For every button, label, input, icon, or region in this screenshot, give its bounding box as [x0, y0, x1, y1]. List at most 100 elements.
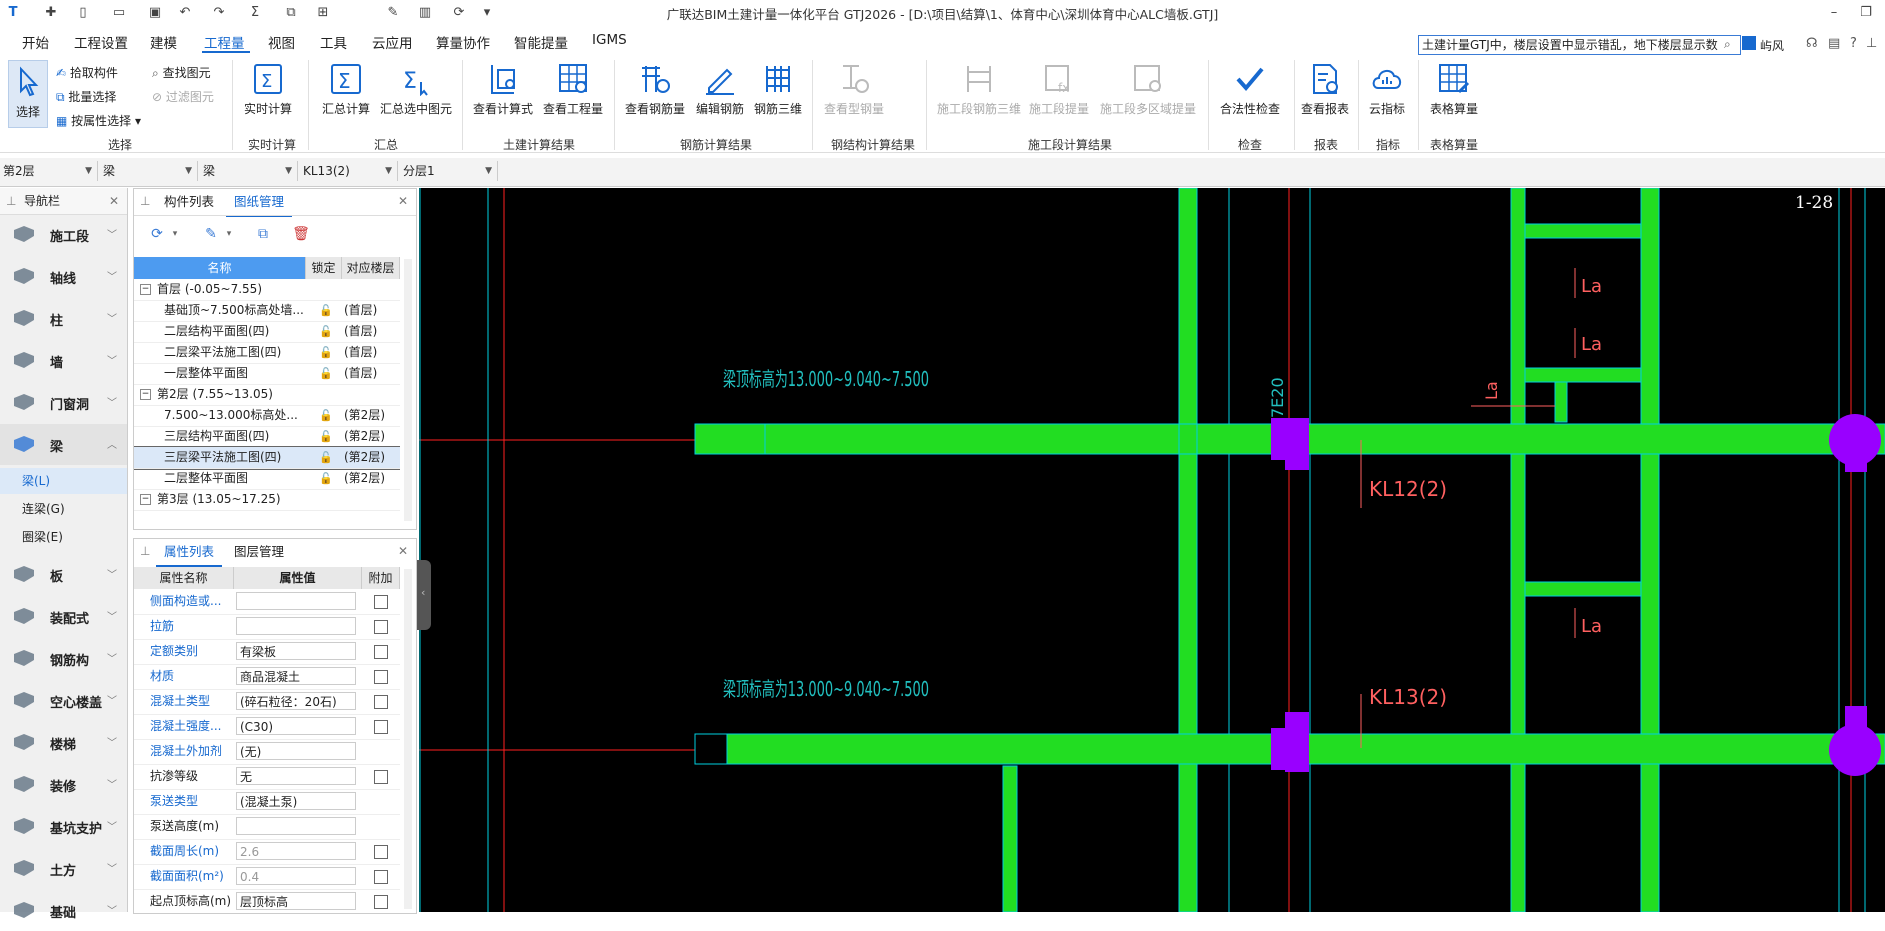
- nav-item-beam[interactable]: 梁 ︿: [0, 424, 127, 465]
- nav-item-axis[interactable]: 轴线 ﹀: [0, 256, 127, 297]
- property-value-input[interactable]: 无: [236, 767, 356, 785]
- property-value-input[interactable]: [236, 817, 356, 835]
- tab-layer-management[interactable]: 图层管理: [226, 539, 292, 565]
- tree-item[interactable]: 一层整体平面图 🔓 (首层): [134, 363, 400, 385]
- column-lock[interactable]: 锁定: [306, 257, 342, 279]
- realtime-calc-button[interactable]: Σ 实时计算: [240, 62, 296, 117]
- menu-cloud[interactable]: 云应用: [372, 32, 413, 52]
- pin-icon[interactable]: ⊥: [6, 188, 16, 214]
- nav-item-wall[interactable]: 墙 ﹀: [0, 340, 127, 381]
- nav-item-slab[interactable]: 板 ﹀: [0, 554, 127, 595]
- column[interactable]: [1285, 712, 1309, 772]
- tree-group[interactable]: − 第2层 (7.55~13.05): [134, 384, 400, 406]
- nav-item-prefab[interactable]: 装配式 ﹀: [0, 596, 127, 637]
- unlock-icon[interactable]: 🔓: [316, 426, 336, 447]
- beam-vertical[interactable]: [1640, 187, 1660, 913]
- nav-subitem[interactable]: 连梁(G): [0, 496, 127, 522]
- scrollbar[interactable]: [404, 259, 412, 521]
- property-value-input[interactable]: (无): [236, 742, 356, 760]
- sum-selected-button[interactable]: Σ 汇总选中图元: [378, 62, 454, 117]
- tree-item[interactable]: 三层梁平法施工图(四) 🔓 (第2层): [134, 446, 400, 470]
- rebar-3d-button[interactable]: 钢筋三维: [750, 62, 806, 117]
- select-by-attr-button[interactable]: ▦ 按属性选择 ▾: [56, 112, 141, 129]
- edit-icon[interactable]: ✎: [384, 4, 402, 22]
- tree-item[interactable]: 7.500~13.000标高处... 🔓 (第2层): [134, 405, 400, 427]
- beam-horizontal[interactable]: [1524, 367, 1642, 383]
- more-icon[interactable]: ▾: [478, 4, 496, 22]
- beam-vertical[interactable]: [1510, 187, 1526, 913]
- column-floor[interactable]: 对应楼层: [342, 257, 400, 279]
- tab-component-list[interactable]: 构件列表: [156, 189, 222, 215]
- drawing-canvas[interactable]: 1-28 梁顶标高为13.000~9.040~7.500 梁顶标高为13.000…: [419, 187, 1885, 913]
- refresh-icon[interactable]: ⟳: [450, 4, 468, 22]
- property-value-input[interactable]: (C30): [236, 717, 356, 735]
- menu-smart[interactable]: 智能提量: [514, 32, 568, 52]
- extra-checkbox[interactable]: [374, 770, 388, 784]
- column[interactable]: [1285, 418, 1309, 470]
- search-icon[interactable]: ⌕: [1724, 37, 1731, 52]
- sublayer-select[interactable]: 分层1 ▼: [400, 161, 498, 181]
- nav-subitem[interactable]: 圈梁(E): [0, 524, 127, 550]
- tree-item[interactable]: 二层整体平面图 🔓 (第2层): [134, 468, 400, 490]
- scrollbar[interactable]: [404, 569, 412, 909]
- category-select[interactable]: 梁 ▼: [100, 161, 198, 181]
- sum-icon[interactable]: Σ: [246, 4, 264, 22]
- delete-icon[interactable]: 🗑: [290, 223, 312, 245]
- panel-splitter[interactable]: ‹: [417, 560, 431, 630]
- extra-checkbox[interactable]: [374, 645, 388, 659]
- round-column[interactable]: [1845, 418, 1867, 472]
- unlock-icon[interactable]: 🔓: [316, 300, 336, 321]
- beam-stub[interactable]: [1554, 381, 1568, 423]
- nav-item-decor[interactable]: 装修 ﹀: [0, 764, 127, 805]
- unlock-icon[interactable]: 🔓: [316, 468, 336, 489]
- open-icon[interactable]: ▭: [110, 4, 128, 22]
- chevron-down-icon[interactable]: ▾: [218, 223, 240, 245]
- tab-property-list[interactable]: 属性列表: [156, 539, 223, 567]
- property-value-input[interactable]: [236, 592, 356, 610]
- minimize-icon[interactable]: –: [1820, 2, 1848, 24]
- nav-item-steel[interactable]: 钢筋构 ﹀: [0, 638, 127, 679]
- type-select[interactable]: 梁 ▼: [200, 161, 298, 181]
- cloud-index-button[interactable]: 云指标: [1362, 62, 1412, 117]
- chevron-down-icon[interactable]: ▾: [164, 223, 186, 245]
- unlock-icon[interactable]: 🔓: [316, 447, 336, 468]
- menu-igms[interactable]: IGMS: [592, 32, 627, 48]
- tree-item[interactable]: 基础顶~7.500标高处墙... 🔓 (首层): [134, 300, 400, 322]
- table-calc-button[interactable]: 表格算量: [1424, 62, 1484, 117]
- extra-checkbox[interactable]: [374, 595, 388, 609]
- menu-collab[interactable]: 算量协作: [436, 32, 490, 52]
- property-value-input[interactable]: (碎石粒径：20石): [236, 692, 356, 710]
- extra-checkbox[interactable]: [374, 720, 388, 734]
- nav-item-earth[interactable]: 土方 ﹀: [0, 848, 127, 889]
- property-value-input[interactable]: [236, 617, 356, 635]
- segment-multi-button[interactable]: 施工段多区域提量: [1096, 62, 1200, 117]
- collapse-icon[interactable]: −: [140, 284, 151, 295]
- beam-horizontal[interactable]: [1524, 223, 1642, 239]
- close-icon[interactable]: ✕: [398, 544, 408, 558]
- calendar-icon[interactable]: ▤: [1828, 36, 1840, 51]
- extra-checkbox[interactable]: [374, 845, 388, 859]
- column-icon[interactable]: ▥: [416, 4, 434, 22]
- nav-item-segment[interactable]: 施工段 ﹀: [0, 214, 127, 255]
- unlock-icon[interactable]: 🔓: [316, 405, 336, 426]
- copy-drawing-icon[interactable]: ⧉: [252, 223, 274, 245]
- nav-item-hollow[interactable]: 空心楼盖 ﹀: [0, 680, 127, 721]
- nav-item-stair[interactable]: 楼梯 ﹀: [0, 722, 127, 763]
- restore-icon[interactable]: ❐: [1852, 2, 1880, 24]
- extra-checkbox[interactable]: [374, 895, 388, 909]
- menu-quantity[interactable]: 工程量: [204, 32, 245, 52]
- tab-drawing-management[interactable]: 图纸管理: [226, 189, 293, 217]
- layer-icon[interactable]: ⧉: [282, 4, 300, 22]
- round-column[interactable]: [1845, 706, 1867, 766]
- extra-checkbox[interactable]: [374, 670, 388, 684]
- help-icon[interactable]: ?: [1850, 36, 1857, 51]
- property-value-input[interactable]: 商品混凝土: [236, 667, 356, 685]
- menu-tools[interactable]: 工具: [320, 32, 347, 52]
- nav-item-foundation[interactable]: 基础 ﹀: [0, 890, 127, 931]
- nav-item-pit[interactable]: 基坑支护 ﹀: [0, 806, 127, 847]
- validity-check-button[interactable]: 合法性检查: [1214, 62, 1286, 117]
- tree-item[interactable]: 二层梁平法施工图(四) 🔓 (首层): [134, 342, 400, 364]
- component-select[interactable]: KL13(2) ▼: [300, 161, 398, 181]
- tree-item[interactable]: 三层结构平面图(四) 🔓 (第2层): [134, 426, 400, 448]
- extra-checkbox[interactable]: [374, 870, 388, 884]
